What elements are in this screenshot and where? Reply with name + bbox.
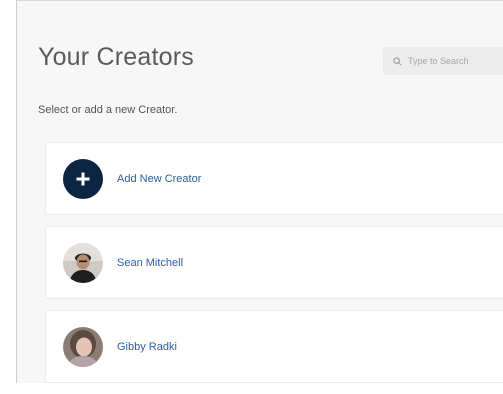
creator-list: Add New Creator Sean Mitchell Gibby Radk… [45,142,503,394]
avatar [63,242,103,283]
search-input[interactable] [408,56,503,66]
creator-name: Sean Mitchell [117,256,184,269]
search-box[interactable] [383,47,503,75]
add-new-creator-button[interactable]: Add New Creator [45,142,503,215]
creator-item-sean-mitchell[interactable]: Sean Mitchell [45,226,503,299]
creator-item-gibby-radki[interactable]: Gibby Radki [45,310,503,383]
plus-icon [63,158,103,199]
search-icon [393,56,402,66]
page-title: Your Creators [38,43,194,71]
subtitle: Select or add a new Creator. [38,104,178,116]
creator-name: Gibby Radki [117,340,177,353]
add-new-creator-label: Add New Creator [117,172,202,185]
creators-panel: Your Creators Select or add a new Creato… [16,0,503,383]
avatar [63,326,103,367]
